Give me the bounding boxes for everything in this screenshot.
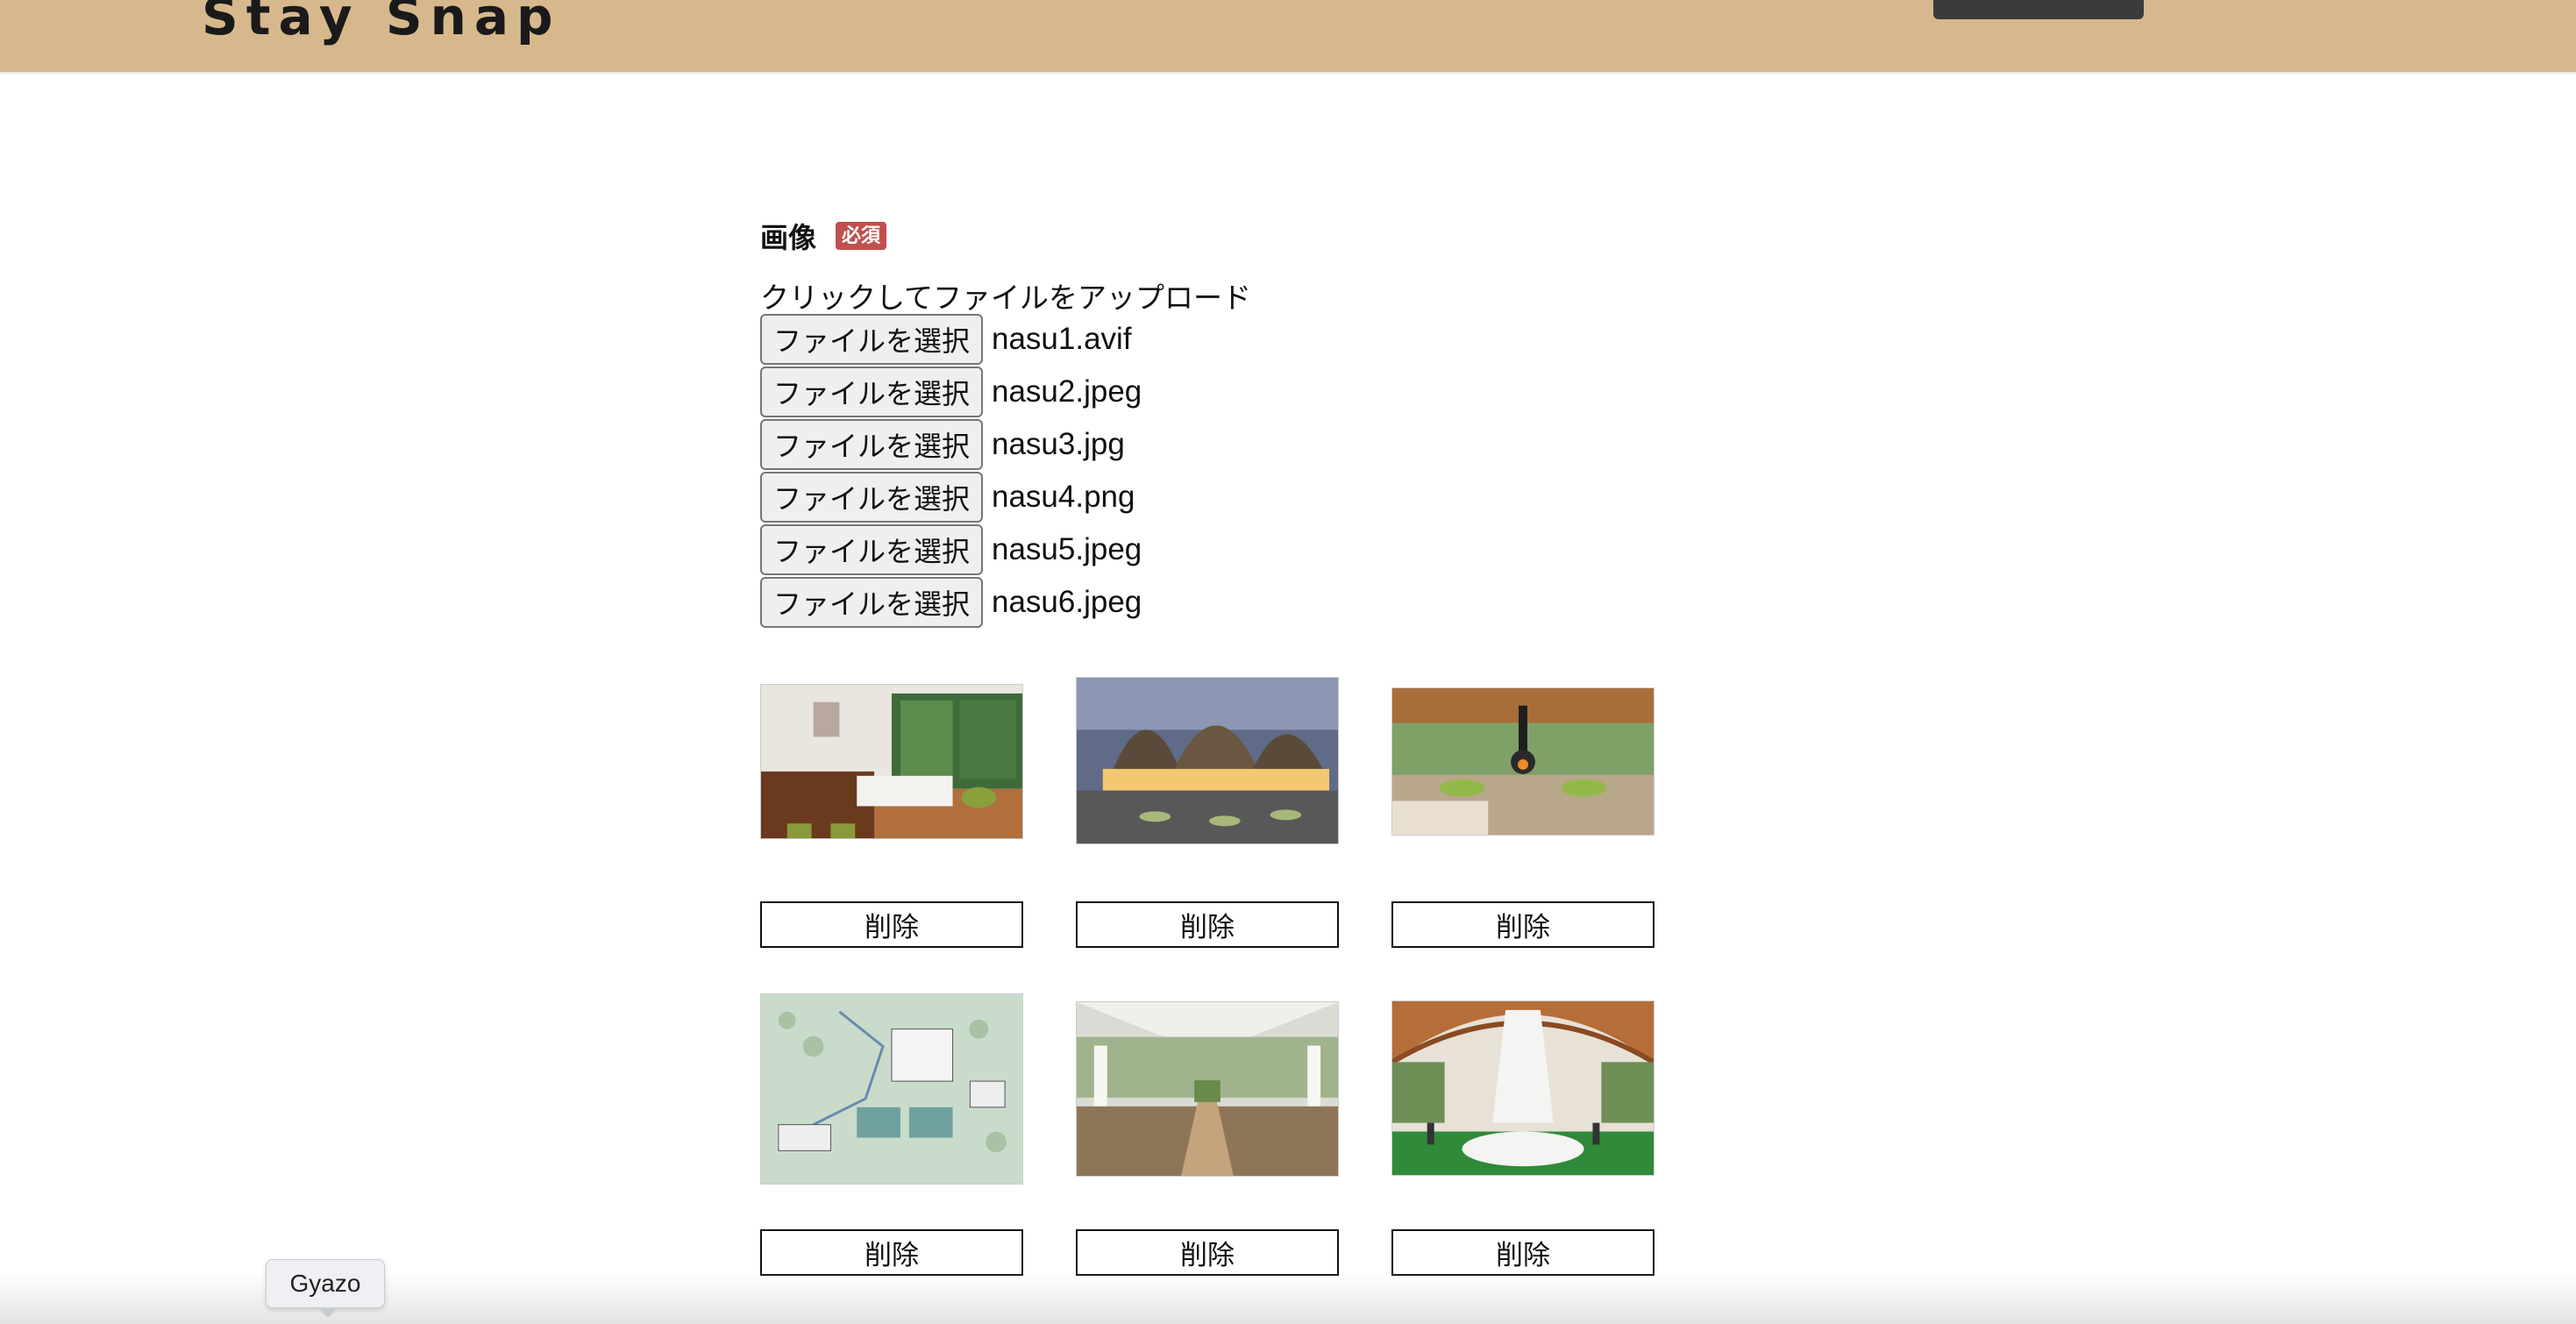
delete-button[interactable]: 削除 [1076,1229,1339,1276]
choose-file-button[interactable]: ファイルを選択 [760,367,983,417]
file-name: nasu5.jpeg [992,532,1142,566]
delete-button[interactable]: 削除 [1076,901,1339,948]
file-input-row: ファイルを選択 nasu6.jpeg [760,576,1142,629]
site-header: Stay Snap [0,0,2576,72]
file-input-row: ファイルを選択 nasu1.avif [760,313,1142,366]
preview-image [1391,687,1654,836]
upload-hint: クリックしてファイルをアップロード [760,281,1252,314]
gyazo-tooltip: Gyazo [266,1259,385,1318]
preview-image [760,993,1023,1185]
choose-file-button[interactable]: ファイルを選択 [760,419,983,470]
preview-image [1076,677,1339,844]
image-label: 画像 [760,222,817,253]
site-logo[interactable]: Stay Snap [202,0,561,42]
file-input-row: ファイルを選択 nasu5.jpeg [760,523,1142,576]
preview-image [1076,1001,1339,1177]
choose-file-button[interactable]: ファイルを選択 [760,314,983,365]
delete-button[interactable]: 削除 [760,1229,1023,1276]
file-input-row: ファイルを選択 nasu3.jpg [760,418,1142,471]
file-input-list: ファイルを選択 nasu1.avif ファイルを選択 nasu2.jpeg ファ… [760,313,1142,629]
preview-image [760,684,1023,839]
delete-button[interactable]: 削除 [1391,1229,1654,1276]
preview-image [1391,1000,1654,1176]
delete-button[interactable]: 削除 [1391,901,1654,948]
file-input-row: ファイルを選択 nasu4.png [760,471,1142,523]
image-field-label: 画像 必須 [760,216,887,256]
file-input-row: ファイルを選択 nasu2.jpeg [760,366,1142,418]
file-name: nasu6.jpeg [992,585,1142,619]
bottom-shadow [0,1271,2576,1324]
choose-file-button[interactable]: ファイルを選択 [760,472,983,523]
file-name: nasu2.jpeg [992,374,1142,409]
delete-button[interactable]: 削除 [760,901,1023,948]
header-action-button[interactable] [1933,0,2144,19]
required-badge: 必須 [836,221,887,251]
file-name: nasu1.avif [992,322,1132,356]
file-name: nasu4.png [992,480,1135,514]
choose-file-button[interactable]: ファイルを選択 [760,577,983,628]
file-name: nasu3.jpg [992,427,1125,461]
choose-file-button[interactable]: ファイルを選択 [760,524,983,575]
